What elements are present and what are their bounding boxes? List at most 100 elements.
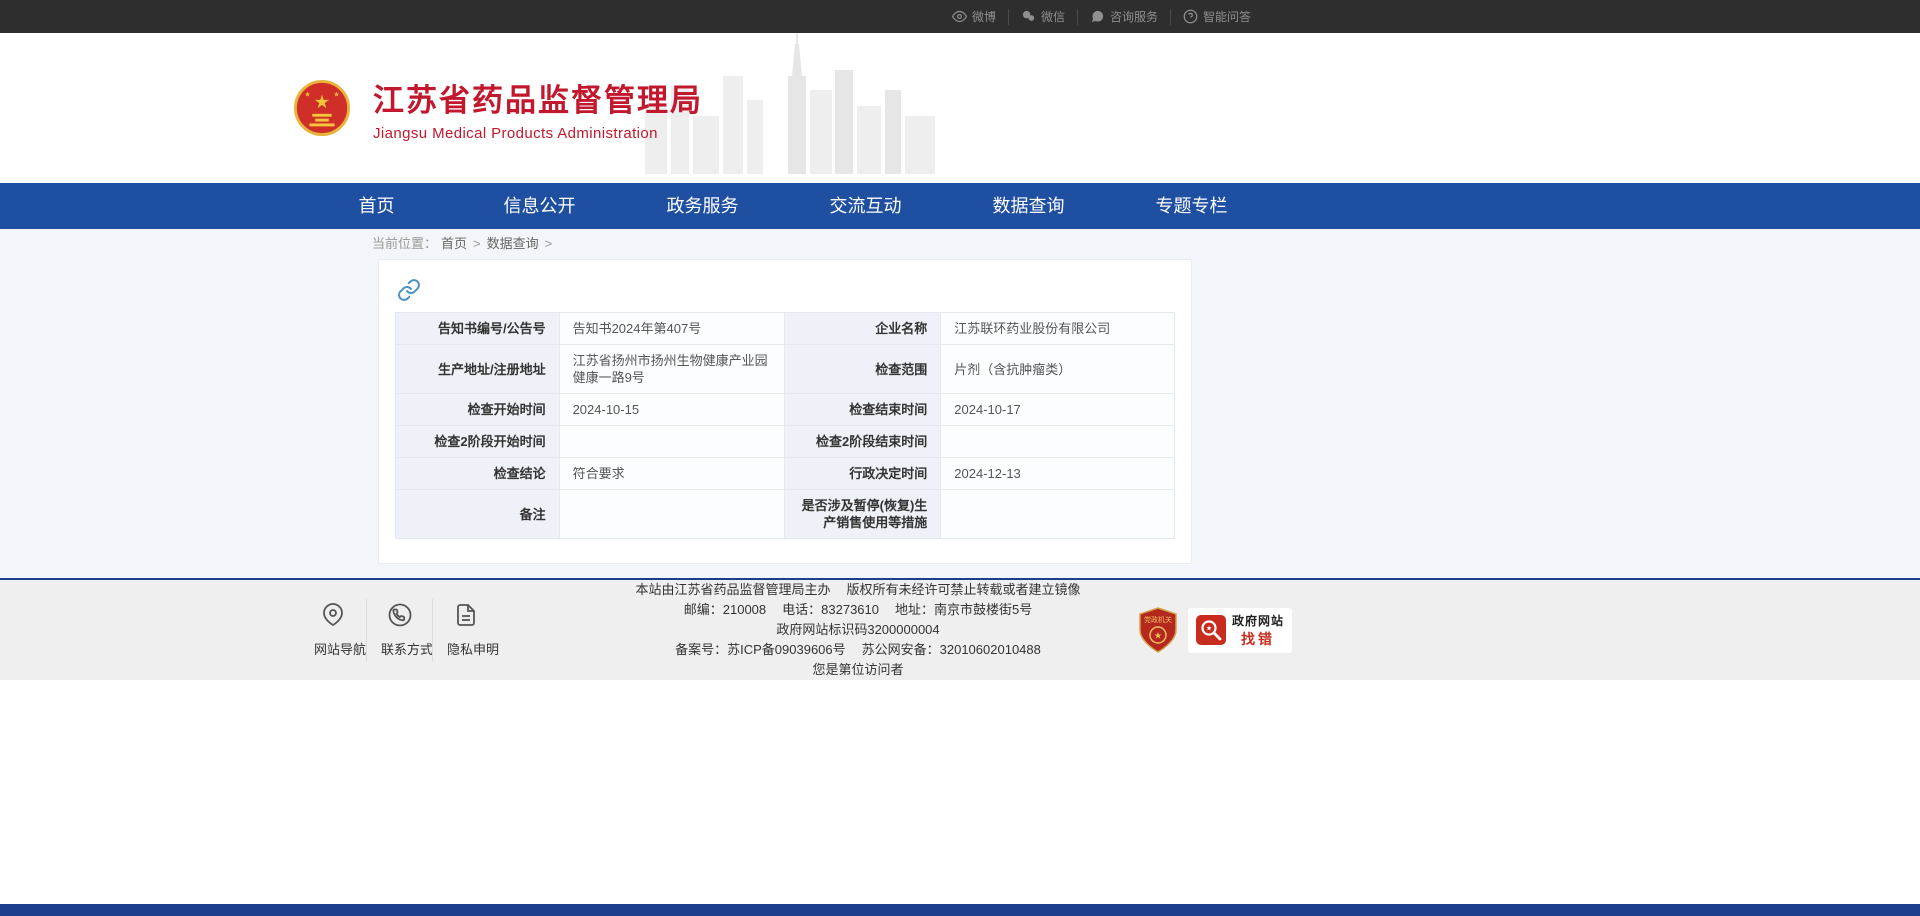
svg-text:★: ★ (333, 90, 339, 98)
svg-text:党政机关: 党政机关 (1144, 615, 1172, 624)
table-row: 生产地址/注册地址 江苏省扬州市扬州生物健康产业园健康一路9号 检查范围 片剂（… (396, 345, 1175, 394)
badge-texts: 政府网站 找错 (1232, 612, 1284, 649)
field-label: 企业名称 (785, 313, 941, 345)
party-government-badge[interactable]: 党政机关 ★ (1138, 607, 1178, 653)
footer-link-label: 联系方式 (381, 639, 418, 658)
field-value (559, 426, 785, 458)
field-label: 是否涉及暂停(恢复)生产销售使用等措施 (785, 490, 941, 539)
topbar-items: 微博 微信 咨询服务 智能问答 (940, 0, 1263, 33)
weibo-link[interactable]: 微博 (940, 9, 1008, 25)
table-row: 备注 是否涉及暂停(恢复)生产销售使用等措施 (396, 490, 1175, 539)
field-label: 检查2阶段开始时间 (396, 426, 560, 458)
svg-text:★: ★ (1154, 632, 1162, 642)
svg-text:★: ★ (314, 92, 330, 113)
link-icon (397, 278, 421, 302)
magnifier-icon: ★ (1196, 615, 1226, 645)
svg-text:★: ★ (304, 90, 310, 98)
footer-text: 本站由江苏省药品监督管理局主办 版权所有未经许可禁止转载或者建立镜像 邮编：210… (618, 580, 1098, 680)
site-footer: 网站导航 联系方式 隐私申明 本站由江苏省药品监督管理局主办 版权所有未经许可禁止… (0, 580, 1920, 680)
nav-item-gov-services[interactable]: 政务服务 (621, 183, 784, 229)
breadcrumb: 当前位置： 首页 > 数据查询 > (372, 229, 1920, 259)
weibo-icon (952, 9, 967, 24)
gov-site-badge-label: 政府网站 (1232, 612, 1284, 629)
field-value: 江苏省扬州市扬州生物健康产业园健康一路9号 (559, 345, 785, 394)
consult-service-link[interactable]: 咨询服务 (1077, 9, 1170, 25)
field-label: 检查结束时间 (785, 394, 941, 426)
table-row: 告知书编号/公告号 告知书2024年第407号 企业名称 江苏联环药业股份有限公… (396, 313, 1175, 345)
site-title: 江苏省药品监督管理局 (373, 75, 703, 120)
header-brand[interactable]: ★ ★ ★ 江苏省药品监督管理局 Jiangsu Medical Product… (293, 33, 703, 183)
smart-qa-icon (1183, 9, 1198, 24)
header-titles: 江苏省药品监督管理局 Jiangsu Medical Products Admi… (373, 75, 703, 142)
topbar: 微博 微信 咨询服务 智能问答 (0, 0, 1920, 33)
field-value: 符合要求 (559, 458, 785, 490)
bottom-bar (0, 904, 1920, 916)
detail-card: 告知书编号/公告号 告知书2024年第407号 企业名称 江苏联环药业股份有限公… (378, 259, 1192, 564)
breadcrumb-current-link[interactable]: 数据查询 (487, 236, 539, 251)
field-label: 告知书编号/公告号 (396, 313, 560, 345)
footer-postcode: 邮编：210008 (684, 602, 766, 617)
nav-item-info-disclosure[interactable]: 信息公开 (458, 183, 621, 229)
footer-line-1: 本站由江苏省药品监督管理局主办 版权所有未经许可禁止转载或者建立镜像 (618, 580, 1098, 600)
wechat-link[interactable]: 微信 (1008, 9, 1077, 25)
table-row: 检查开始时间 2024-10-15 检查结束时间 2024-10-17 (396, 394, 1175, 426)
footer-security-number: 苏公网安备：32010602010488 (862, 642, 1041, 657)
site-subtitle: Jiangsu Medical Products Administration (373, 125, 703, 142)
field-value (941, 426, 1175, 458)
content-area: 当前位置： 首页 > 数据查询 > 告知书编号/公告号 告知书2024年第407号 企业… (0, 229, 1920, 578)
phone-icon (388, 614, 412, 631)
site-header: ★ ★ ★ 江苏省药品监督管理局 Jiangsu Medical Product… (0, 33, 1920, 183)
field-value: 2024-12-13 (941, 458, 1175, 490)
footer-badges: 党政机关 ★ ★ 政府网站 找错 (1138, 607, 1292, 653)
table-row: 检查结论 符合要求 行政决定时间 2024-12-13 (396, 458, 1175, 490)
gov-site-find-error-badge[interactable]: ★ 政府网站 找错 (1188, 608, 1292, 653)
footer-copyright-text: 版权所有未经许可禁止转载或者建立镜像 (847, 582, 1081, 597)
main-nav: 首页 信息公开 政务服务 交流互动 数据查询 专题专栏 (0, 183, 1920, 229)
nav-item-home[interactable]: 首页 (295, 183, 458, 229)
footer-link-contact[interactable]: 联系方式 (366, 599, 432, 662)
field-value: 片剂（含抗肿瘤类） (941, 345, 1175, 394)
footer-link-privacy[interactable]: 隐私申明 (432, 599, 498, 662)
footer-icp-number: 备案号：苏ICP备09039606号 (675, 642, 846, 657)
nav-item-special-topics[interactable]: 专题专栏 (1110, 183, 1273, 229)
table-row: 检查2阶段开始时间 检查2阶段结束时间 (396, 426, 1175, 458)
footer-host-text: 本站由江苏省药品监督管理局主办 (635, 582, 830, 597)
weibo-label: 微博 (972, 8, 996, 25)
field-value (941, 490, 1175, 539)
field-value: 2024-10-17 (941, 394, 1175, 426)
footer-line-3: 备案号：苏ICP备09039606号 苏公网安备：32010602010488 您是… (618, 640, 1098, 680)
footer-phone: 电话：83273610 (782, 602, 879, 617)
nav-item-data-query[interactable]: 数据查询 (947, 183, 1110, 229)
field-label: 检查2阶段结束时间 (785, 426, 941, 458)
footer-link-site-navigation[interactable]: 网站导航 (300, 599, 366, 662)
footer-link-label: 隐私申明 (447, 639, 484, 658)
field-label: 行政决定时间 (785, 458, 941, 490)
field-value: 江苏联环药业股份有限公司 (941, 313, 1175, 345)
wechat-icon (1021, 9, 1036, 24)
wechat-label: 微信 (1041, 8, 1065, 25)
footer-address: 地址：南京市鼓楼街5号 (895, 602, 1032, 617)
smart-qa-link[interactable]: 智能问答 (1170, 9, 1263, 25)
find-error-badge-label: 找错 (1241, 629, 1275, 649)
field-label: 检查范围 (785, 345, 941, 394)
footer-site-id: 政府网站标识码3200000004 (776, 622, 939, 637)
breadcrumb-separator: > (473, 236, 481, 251)
svg-text:★: ★ (1206, 625, 1212, 633)
consult-service-label: 咨询服务 (1110, 8, 1158, 25)
footer-link-label: 网站导航 (314, 639, 352, 658)
main-nav-items: 首页 信息公开 政务服务 交流互动 数据查询 专题专栏 (295, 183, 1920, 229)
national-emblem-logo: ★ ★ ★ (293, 79, 351, 137)
smart-qa-label: 智能问答 (1203, 8, 1251, 25)
footer-links: 网站导航 联系方式 隐私申明 (300, 599, 498, 662)
detail-table: 告知书编号/公告号 告知书2024年第407号 企业名称 江苏联环药业股份有限公… (395, 312, 1175, 539)
breadcrumb-home-link[interactable]: 首页 (441, 236, 467, 251)
field-value: 告知书2024年第407号 (559, 313, 785, 345)
document-icon (454, 614, 478, 631)
footer-visitor-counter: 您是第位访问者 (812, 662, 903, 677)
footer-line-2: 邮编：210008 电话：83273610 地址：南京市鼓楼街5号政府网站标识码32… (618, 600, 1098, 640)
field-value (559, 490, 785, 539)
map-pin-icon (321, 614, 345, 631)
breadcrumb-prefix: 当前位置： (372, 236, 437, 251)
breadcrumb-separator: > (545, 236, 553, 251)
nav-item-interaction[interactable]: 交流互动 (784, 183, 947, 229)
